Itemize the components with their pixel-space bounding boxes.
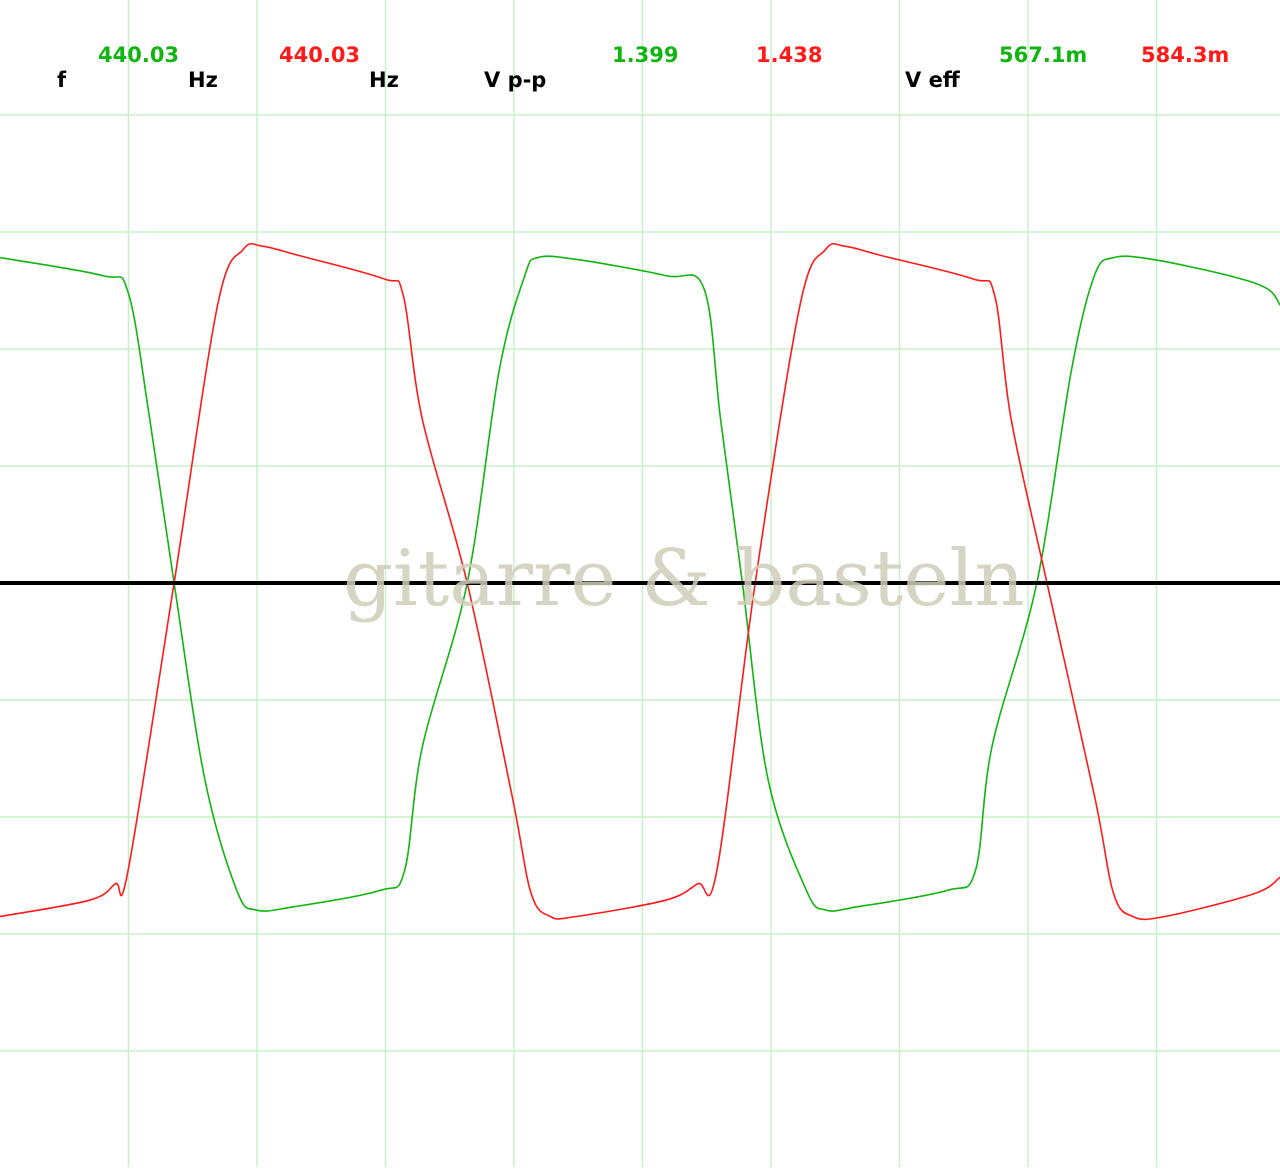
value-vpp-ch2: 1.438: [756, 43, 823, 67]
value-frequency-ch1: 440.03: [98, 43, 180, 67]
unit-frequency-ch2: Hz: [369, 68, 399, 92]
watermark: gitarre & basteln: [343, 534, 1025, 624]
label-vpp: V p-p: [484, 68, 547, 92]
value-veff-ch2: 584.3m: [1141, 43, 1230, 67]
label-frequency: f: [57, 68, 67, 92]
value-frequency-ch2: 440.03: [279, 43, 361, 67]
unit-frequency-ch1: Hz: [188, 68, 218, 92]
value-vpp-ch1: 1.399: [612, 43, 679, 67]
label-veff: V eff: [905, 68, 960, 92]
oscilloscope-screen: gitarre & basteln f 440.03 Hz 440.03 Hz …: [0, 0, 1280, 1167]
value-veff-ch1: 567.1m: [999, 43, 1088, 67]
